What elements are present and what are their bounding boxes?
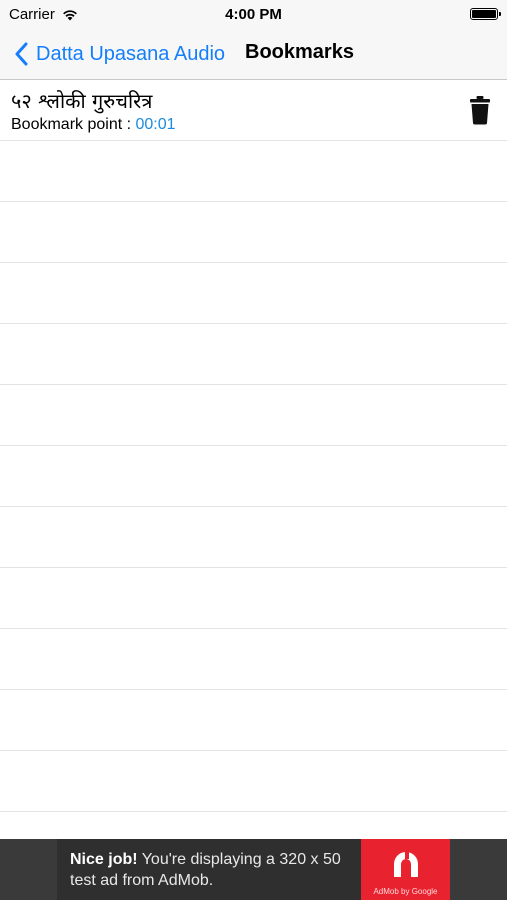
bookmark-title: ५२ श्लोकी गुरुचरित्र: [11, 89, 153, 113]
ad-content[interactable]: Nice job! You're displaying a 320 x 50 t…: [57, 839, 450, 900]
back-button[interactable]: Datta Upasana Audio: [14, 39, 225, 69]
empty-row: [0, 568, 507, 629]
chevron-left-icon: [15, 42, 28, 66]
navigation-bar: Datta Upasana Audio Bookmarks: [0, 28, 507, 80]
status-bar: Carrier 4:00 PM: [0, 0, 507, 28]
empty-row: [0, 141, 507, 202]
empty-row: [0, 507, 507, 568]
ad-banner[interactable]: Nice job! You're displaying a 320 x 50 t…: [0, 839, 507, 900]
empty-row: [0, 263, 507, 324]
back-button-label: Datta Upasana Audio: [36, 42, 226, 65]
page-title: Bookmarks: [245, 41, 354, 63]
admob-label: AdMob by Google: [373, 887, 438, 896]
bookmark-list: ५२ श्लोकी गुरुचरित्र Bookmark point : 00…: [0, 80, 507, 812]
empty-row: [0, 446, 507, 507]
empty-row: [0, 751, 507, 812]
battery-icon: [470, 8, 501, 20]
bookmark-point-time: 00:01: [135, 116, 176, 133]
admob-logo: AdMob by Google: [361, 839, 450, 900]
ad-text: Nice job! You're displaying a 320 x 50 t…: [70, 849, 350, 891]
empty-row: [0, 324, 507, 385]
empty-row: [0, 385, 507, 446]
bookmark-point: Bookmark point : 00:01: [11, 116, 176, 134]
ad-headline: Nice job!: [70, 851, 138, 868]
bookmark-row[interactable]: ५२ श्लोकी गुरुचरित्र Bookmark point : 00…: [0, 80, 507, 141]
empty-row: [0, 202, 507, 263]
admob-icon: [394, 849, 418, 877]
bookmark-point-label: Bookmark point :: [11, 116, 136, 133]
status-time: 4:00 PM: [225, 6, 282, 23]
trash-icon[interactable]: [469, 95, 491, 125]
empty-row: [0, 629, 507, 690]
empty-row: [0, 690, 507, 751]
